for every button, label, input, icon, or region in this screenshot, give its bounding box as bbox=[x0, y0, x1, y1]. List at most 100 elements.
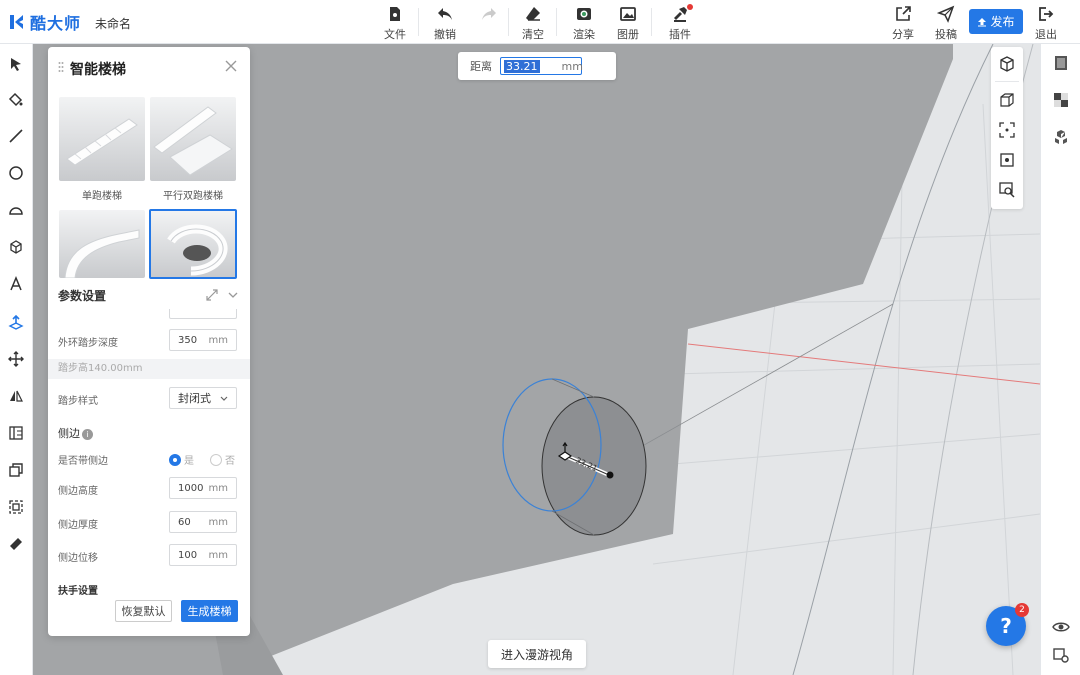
line-icon bbox=[9, 129, 23, 143]
generate-stair-button[interactable]: 生成楼梯 bbox=[181, 600, 238, 622]
album-button[interactable]: 图册 bbox=[606, 5, 650, 42]
side-offset-label: 侧边位移 bbox=[58, 553, 98, 564]
redo-button[interactable] bbox=[467, 5, 511, 23]
submit-label: 投稿 bbox=[935, 28, 957, 41]
roam-view-button[interactable]: 进入漫游视角 bbox=[488, 640, 586, 668]
template-l-stair[interactable] bbox=[59, 210, 145, 278]
plugin-notification-dot bbox=[687, 4, 693, 10]
info-icon[interactable]: i bbox=[82, 428, 93, 440]
visibility-button[interactable] bbox=[1050, 616, 1072, 638]
step-style-value: 封闭式 bbox=[178, 392, 211, 405]
brand-logo: 酷大师 bbox=[8, 10, 81, 34]
publish-button[interactable]: 发布 bbox=[969, 9, 1023, 34]
template-straight-stair[interactable] bbox=[59, 97, 145, 181]
material-panel-button[interactable] bbox=[1050, 52, 1072, 74]
share-button[interactable]: 分享 bbox=[881, 5, 925, 42]
step-style-select[interactable]: 封闭式 bbox=[169, 387, 237, 409]
left-toolbar bbox=[0, 44, 33, 675]
scale-tool[interactable] bbox=[6, 497, 26, 517]
mirror-tool[interactable] bbox=[6, 386, 26, 406]
side-offset-unit: mm bbox=[208, 549, 228, 561]
distance-input[interactable]: 33.21 mm bbox=[500, 57, 583, 75]
exit-label: 退出 bbox=[1035, 28, 1057, 41]
expand-icon[interactable] bbox=[206, 289, 218, 301]
help-button[interactable]: ? 2 bbox=[986, 603, 1029, 646]
template-spiral-stair[interactable] bbox=[149, 209, 237, 279]
logo-icon bbox=[10, 15, 23, 29]
side-height-unit: mm bbox=[208, 482, 228, 494]
side-offset-input[interactable]: 100 mm bbox=[169, 544, 237, 566]
zoom-window-button[interactable] bbox=[998, 181, 1016, 199]
drag-handle-icon[interactable] bbox=[58, 61, 64, 73]
submit-button[interactable]: 投稿 bbox=[924, 5, 968, 42]
chevron-down-icon[interactable] bbox=[228, 290, 238, 300]
render-button[interactable]: 渲染 bbox=[562, 5, 606, 42]
side-height-value: 1000 bbox=[178, 482, 204, 494]
undo-label: 撤销 bbox=[434, 28, 456, 41]
measure-tool[interactable] bbox=[6, 534, 26, 554]
clear-menu[interactable]: 清空 bbox=[511, 5, 555, 42]
distance-label: 距离 bbox=[470, 60, 492, 73]
zoom-window-icon bbox=[999, 182, 1015, 198]
upload-icon bbox=[978, 17, 987, 26]
reset-default-button[interactable]: 恢复默认 bbox=[115, 600, 172, 622]
cubes-icon bbox=[1055, 130, 1067, 144]
side-thickness-unit: mm bbox=[208, 516, 228, 528]
circle-icon bbox=[9, 166, 23, 180]
arc-tool[interactable] bbox=[6, 200, 26, 220]
clipped-input bbox=[169, 309, 237, 319]
plugin-menu[interactable]: 插件 bbox=[658, 4, 702, 42]
album-label: 图册 bbox=[617, 28, 639, 41]
paint-tool[interactable] bbox=[6, 90, 26, 110]
exit-button[interactable]: 退出 bbox=[1024, 5, 1068, 42]
panel-title: 智能楼梯 bbox=[70, 62, 126, 78]
document-name[interactable]: 未命名 bbox=[95, 15, 131, 32]
template-parallel-stair[interactable] bbox=[150, 97, 236, 181]
settings-icon bbox=[1053, 648, 1069, 663]
copy-icon bbox=[9, 463, 23, 477]
push-pull-tool[interactable] bbox=[6, 237, 26, 257]
view-cube-button[interactable] bbox=[998, 55, 1016, 73]
move-tool[interactable] bbox=[6, 349, 26, 369]
texture-panel-button[interactable] bbox=[1050, 89, 1072, 111]
line-tool[interactable] bbox=[6, 126, 26, 146]
cursor-icon bbox=[11, 58, 21, 71]
help-badge: 2 bbox=[1015, 603, 1029, 617]
zoom-extents-button[interactable] bbox=[998, 121, 1016, 139]
settings-button[interactable] bbox=[1050, 644, 1072, 666]
array-tool[interactable] bbox=[6, 423, 26, 443]
copy-tool[interactable] bbox=[6, 460, 26, 480]
material-icon bbox=[1055, 56, 1067, 70]
close-icon[interactable] bbox=[224, 59, 238, 73]
arc-icon bbox=[9, 207, 23, 215]
text-tool[interactable] bbox=[6, 274, 26, 294]
array-icon bbox=[9, 426, 23, 440]
spiral-stair-image bbox=[167, 224, 228, 276]
cube-icon bbox=[10, 240, 22, 254]
checker-icon bbox=[1054, 93, 1068, 107]
send-icon bbox=[937, 5, 955, 23]
eraser-icon bbox=[526, 7, 540, 21]
file-menu[interactable]: 文件 bbox=[373, 5, 417, 42]
plugin-label: 插件 bbox=[669, 28, 691, 41]
circle-tool[interactable] bbox=[6, 163, 26, 183]
model-library-button[interactable] bbox=[1050, 126, 1072, 148]
focus-icon bbox=[1000, 153, 1014, 167]
perspective-button[interactable] bbox=[998, 91, 1016, 109]
has-side-no-radio[interactable]: 否 bbox=[210, 452, 235, 467]
stair-tool[interactable] bbox=[6, 312, 26, 332]
outer-step-depth-input[interactable]: 350 mm bbox=[169, 329, 237, 351]
side-height-input[interactable]: 1000 mm bbox=[169, 477, 237, 499]
parallel-stair-image bbox=[153, 106, 233, 176]
focus-selection-button[interactable] bbox=[998, 151, 1016, 169]
select-tool[interactable] bbox=[6, 54, 26, 74]
has-side-yes-radio[interactable]: 是 bbox=[169, 452, 194, 467]
render-label: 渲染 bbox=[573, 28, 595, 41]
side-thickness-input[interactable]: 60 mm bbox=[169, 511, 237, 533]
top-toolbar: 酷大师 未命名 文件 撤销 清空 渲染 图册 插件 分享 投稿 发布 退出 bbox=[0, 0, 1080, 44]
side-offset-value: 100 bbox=[178, 549, 198, 561]
no-label: 否 bbox=[225, 456, 235, 467]
undo-button[interactable]: 撤销 bbox=[423, 5, 467, 42]
radio-dot bbox=[169, 453, 181, 466]
side-thickness-value: 60 bbox=[178, 516, 191, 528]
